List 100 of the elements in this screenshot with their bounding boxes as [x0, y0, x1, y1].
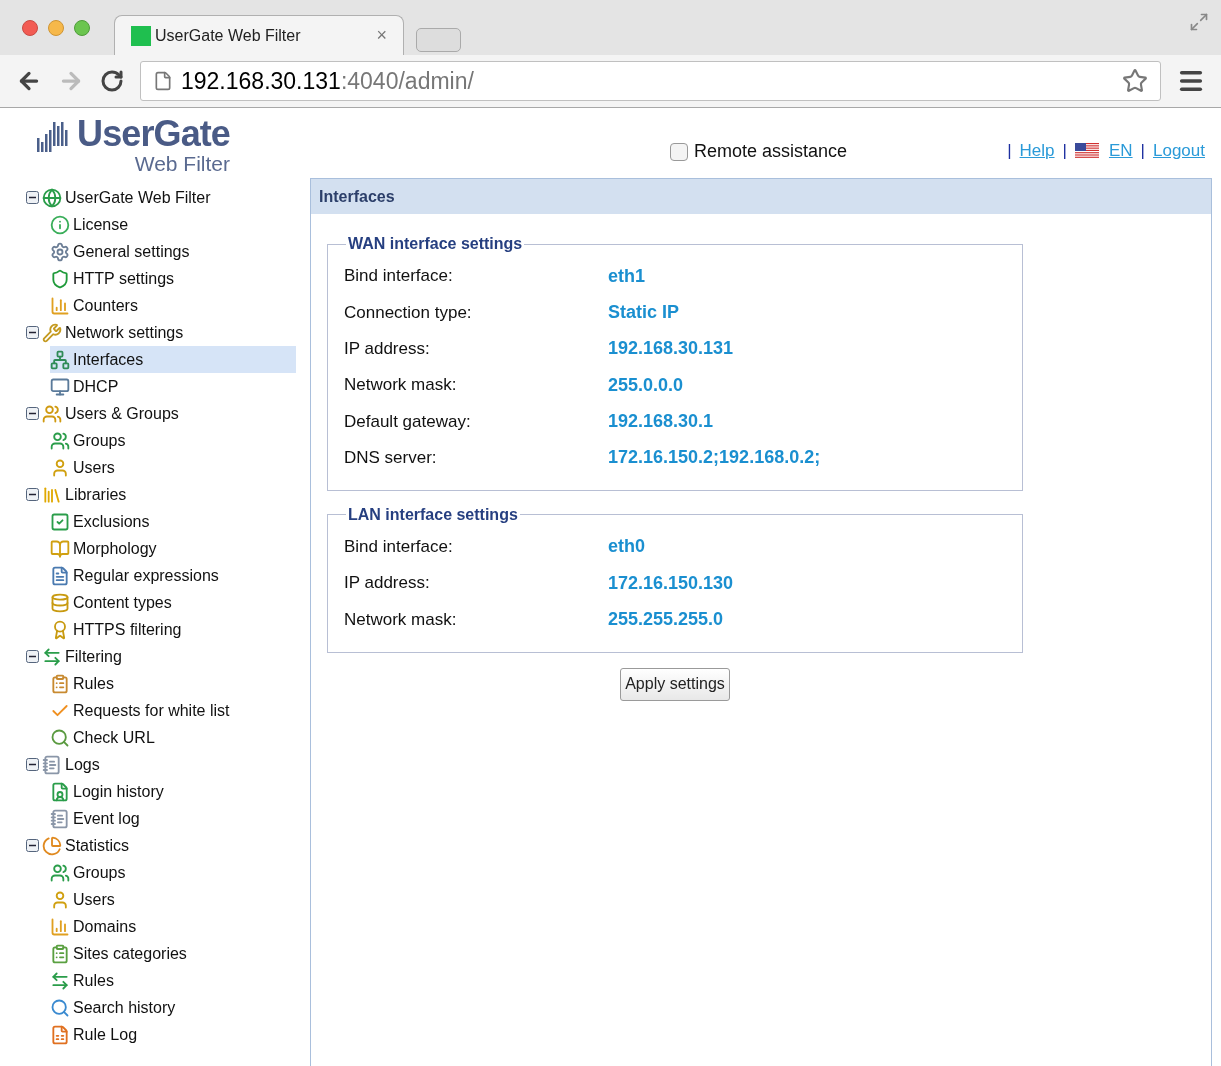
- tree-item[interactable]: Users & Groups: [42, 400, 187, 427]
- field-label: IP address:: [344, 338, 431, 360]
- maximize-window-icon[interactable]: [74, 19, 90, 36]
- bookmark-star-icon[interactable]: [1122, 68, 1148, 94]
- tree-item[interactable]: Login history: [50, 778, 172, 805]
- collapse-icon[interactable]: [26, 488, 39, 501]
- users-icon: [50, 430, 70, 451]
- tree-item[interactable]: DHCP: [50, 373, 127, 400]
- reload-icon[interactable]: [100, 69, 124, 93]
- collapse-icon[interactable]: [26, 326, 39, 339]
- book-icon: [50, 538, 70, 559]
- fullscreen-icon[interactable]: [1189, 12, 1209, 32]
- flag-icon[interactable]: [1074, 142, 1099, 159]
- field-value: 192.168.30.1: [608, 409, 714, 433]
- gear-icon: [50, 241, 70, 262]
- field-value: 172.16.150.2;192.168.0.2;: [608, 446, 821, 470]
- logo: UserGate: [37, 116, 230, 152]
- tree-item[interactable]: UserGate Web Filter: [42, 184, 219, 211]
- tree-item[interactable]: License: [50, 211, 137, 238]
- field-label: Default gateway:: [344, 410, 472, 433]
- wrench-icon: [42, 322, 62, 343]
- user-document-icon: [50, 781, 70, 802]
- tree-item[interactable]: Statistics: [42, 832, 137, 859]
- tree-item[interactable]: Event log: [50, 805, 148, 832]
- field-label: Bind interface:: [344, 536, 454, 559]
- tree-item[interactable]: Users: [50, 886, 123, 913]
- monitor-icon: [50, 376, 70, 397]
- tree-item[interactable]: Sites categories: [50, 940, 195, 967]
- tree-item[interactable]: Domains: [50, 913, 145, 940]
- apply-settings-button[interactable]: Apply settings: [620, 667, 730, 701]
- tree-item[interactable]: Filtering: [42, 643, 130, 670]
- separator: |: [1062, 140, 1067, 162]
- clipboard-icon: [50, 943, 70, 964]
- field-label: Network mask:: [344, 608, 458, 631]
- books-icon: [42, 484, 62, 505]
- notepad-icon: [42, 754, 62, 775]
- group-title: WAN interface settings: [347, 234, 524, 254]
- tree-item[interactable]: Interfaces: [50, 346, 296, 373]
- checkbox-label: Remote assistance: [694, 140, 848, 163]
- notepad-icon: [50, 808, 70, 829]
- tree-item[interactable]: Groups: [50, 427, 134, 454]
- tree-item[interactable]: Groups: [50, 859, 134, 886]
- collapse-icon[interactable]: [26, 191, 39, 204]
- field-label: Bind interface:: [344, 265, 454, 288]
- clipboard-icon: [50, 673, 70, 694]
- collapse-icon[interactable]: [26, 758, 39, 771]
- tree-item[interactable]: Rule Log: [50, 1021, 146, 1048]
- field-value: Static IP: [608, 300, 680, 324]
- close-window-icon[interactable]: [22, 19, 38, 36]
- close-tab-button[interactable]: ×: [376, 22, 387, 49]
- globe-icon: [42, 187, 62, 208]
- field-value: 255.255.255.0: [608, 608, 724, 631]
- separator: |: [1007, 140, 1012, 162]
- field-value: 192.168.30.131: [608, 337, 734, 361]
- tree-item[interactable]: Regular expressions: [50, 562, 227, 589]
- bar-chart-icon: [50, 916, 70, 937]
- url-host: 192.168.30.131: [181, 66, 341, 96]
- field-label: IP address:: [344, 572, 431, 595]
- pie-chart-icon: [42, 835, 62, 856]
- document-icon: [50, 565, 70, 586]
- search-icon: [50, 727, 70, 748]
- tree-item[interactable]: Network settings: [42, 319, 192, 346]
- field-label: Network mask:: [344, 374, 458, 397]
- field-value: 172.16.150.130: [608, 571, 734, 595]
- field-label: Connection type:: [344, 301, 473, 324]
- tree-item[interactable]: Requests for white list: [50, 697, 238, 724]
- user-icon: [50, 457, 70, 478]
- tree-item[interactable]: HTTPS filtering: [50, 616, 190, 643]
- tree-item[interactable]: Content types: [50, 589, 180, 616]
- tree-item[interactable]: General settings: [50, 238, 198, 265]
- address-bar[interactable]: 192.168.30.131:4040/admin/: [140, 61, 1161, 101]
- network-icon: [50, 349, 70, 370]
- tree-item[interactable]: Logs: [42, 751, 108, 778]
- tree-item[interactable]: Morphology: [50, 535, 165, 562]
- tree-item[interactable]: Exclusions: [50, 508, 158, 535]
- tree-item[interactable]: Rules: [50, 670, 122, 697]
- favicon-icon: [131, 25, 151, 46]
- table-document-icon: [50, 1024, 70, 1045]
- remote-assistance-checkbox[interactable]: [670, 142, 688, 161]
- bar-chart-icon: [50, 295, 70, 316]
- shield-icon: [50, 268, 70, 289]
- url-path: :4040/admin/: [340, 66, 475, 96]
- checkbox-icon: [50, 511, 70, 532]
- user-icon: [50, 889, 70, 910]
- collapse-icon[interactable]: [26, 407, 39, 420]
- database-icon: [50, 592, 70, 613]
- tree-item[interactable]: Search history: [50, 994, 184, 1021]
- collapse-icon[interactable]: [26, 839, 39, 852]
- tree-item[interactable]: Libraries: [42, 481, 135, 508]
- browser-tab[interactable]: UserGate Web Filter ×: [114, 15, 404, 55]
- tree-item[interactable]: HTTP settings: [50, 265, 183, 292]
- tree-item[interactable]: Users: [50, 454, 123, 481]
- page-title: Interfaces: [319, 186, 395, 207]
- users-icon: [42, 403, 62, 424]
- info-icon: [50, 214, 70, 235]
- collapse-icon[interactable]: [26, 650, 39, 663]
- tree-item[interactable]: Rules: [50, 967, 122, 994]
- logo-subtitle: Web Filter: [134, 152, 230, 176]
- tree-item[interactable]: Check URL: [50, 724, 163, 751]
- tree-item[interactable]: Counters: [50, 292, 146, 319]
